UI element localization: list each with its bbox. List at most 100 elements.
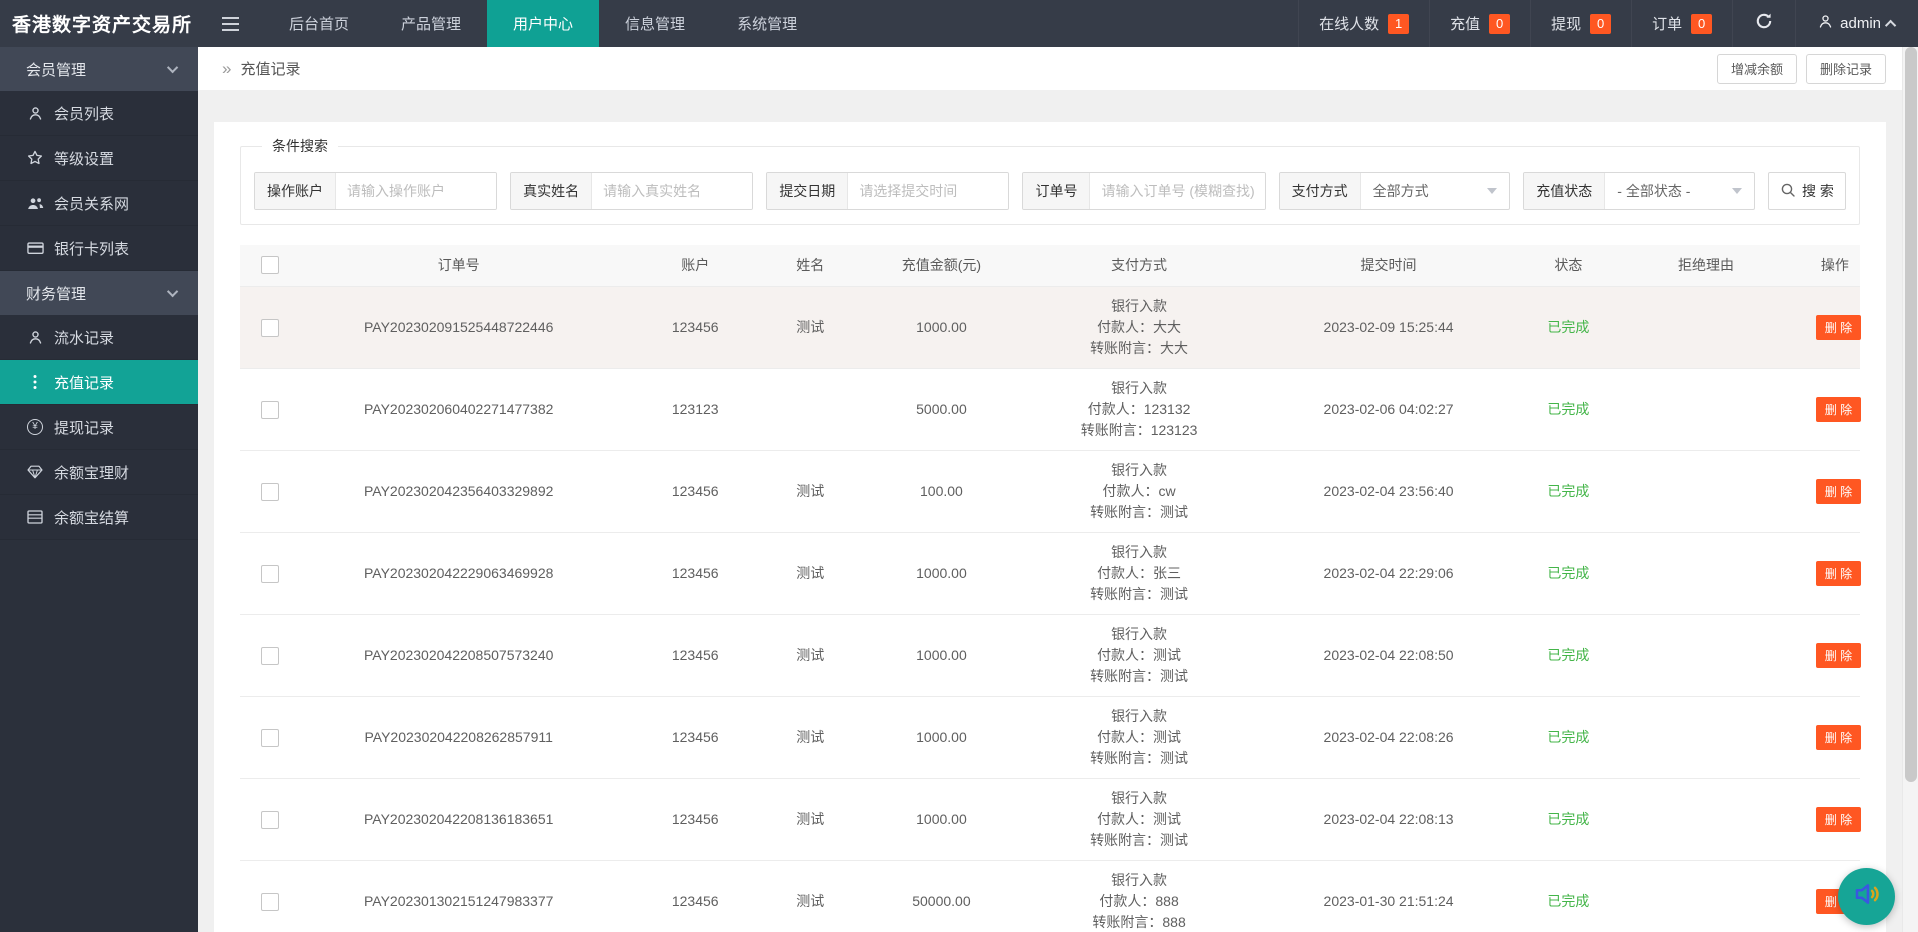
name-cell: 测试 [773,450,848,532]
reject-reason-cell [1602,286,1809,368]
filter-label: 真实姓名 [511,173,592,209]
delete-button[interactable]: 删 除 [1816,643,1861,668]
amount-cell: 50000.00 [847,860,1035,932]
search-button[interactable]: 搜 索 [1768,172,1846,210]
table-row: PAY202302042229063469928123456测试1000.00银… [240,532,1860,614]
page-title: 充值记录 [240,58,300,79]
page-action-button[interactable]: 删除记录 [1806,54,1886,84]
top-nav: 后台首页产品管理用户中心信息管理系统管理 [263,0,823,47]
stat-count-badge: 0 [1590,14,1611,34]
top-nav-item[interactable]: 系统管理 [711,0,823,47]
sidebar-group[interactable]: 财务管理 [0,271,198,315]
refresh-button[interactable] [1732,0,1795,47]
pay-method-cell: 银行入款付款人：123132转账附言：123123 [1035,368,1242,450]
row-checkbox[interactable] [261,401,279,419]
select-all-checkbox[interactable] [261,256,279,274]
amount-cell: 1000.00 [847,532,1035,614]
filter-input[interactable] [336,173,496,209]
page-action-button[interactable]: 增减余额 [1717,54,1797,84]
top-nav-item[interactable]: 产品管理 [375,0,487,47]
app-title: 香港数字资产交易所 [0,0,198,47]
table-row: PAY202302042356403329892123456测试100.00银行… [240,450,1860,532]
sidebar-item[interactable]: 会员关系网 [0,181,198,226]
row-checkbox[interactable] [261,565,279,583]
sidebar-item[interactable]: 充值记录 [0,360,198,405]
sidebar-group[interactable]: 会员管理 [0,47,198,91]
records-table: 订单号账户姓名充值金额(元)支付方式提交时间状态拒绝理由操作 PAY202302… [240,245,1860,932]
sound-toggle-button[interactable] [1838,868,1895,925]
search-filter: 充值状态- 全部状态 - [1523,172,1755,210]
gem-icon [26,465,44,479]
delete-button[interactable]: 删 除 [1816,807,1861,832]
topbar-stat[interactable]: 充值0 [1429,0,1530,47]
delete-button[interactable]: 删 除 [1816,397,1861,422]
sidebar-item[interactable]: 会员列表 [0,91,198,136]
delete-button[interactable]: 删 除 [1816,315,1861,340]
amount-cell: 5000.00 [847,368,1035,450]
top-nav-item[interactable]: 信息管理 [599,0,711,47]
memo-line: 转账附言：测试 [1041,584,1236,605]
status-badge: 已完成 [1547,811,1589,827]
row-checkbox[interactable] [261,811,279,829]
top-nav-item[interactable]: 用户中心 [487,0,599,47]
status-cell: 已完成 [1534,368,1602,450]
time-cell: 2023-02-04 22:08:26 [1243,696,1535,778]
sidebar-item-label: 会员关系网 [54,193,129,214]
time-cell: 2023-02-04 22:29:06 [1243,532,1535,614]
amount-cell: 100.00 [847,450,1035,532]
speaker-icon [1851,878,1883,915]
row-checkbox[interactable] [261,483,279,501]
filter-select[interactable]: 全部方式 [1361,173,1510,209]
memo-line: 转账附言：测试 [1041,502,1236,523]
status-badge: 已完成 [1547,401,1589,417]
chevron-down-icon [167,286,178,297]
sidebar-item-label: 等级设置 [54,148,114,169]
status-badge: 已完成 [1547,893,1589,909]
sidebar-item-label: 充值记录 [54,372,114,393]
sidebar-item[interactable]: 等级设置 [0,136,198,181]
yen-circle-icon: ¥ [26,419,44,435]
pay-type-line: 银行入款 [1041,542,1236,563]
page-scrollbar[interactable] [1902,47,1918,932]
sidebar-item[interactable]: 银行卡列表 [0,226,198,271]
memo-line: 转账附言：测试 [1041,666,1236,687]
topbar-stat[interactable]: 在线人数1 [1298,0,1429,47]
amount-cell: 1000.00 [847,614,1035,696]
filter-label: 充值状态 [1524,173,1605,209]
search-filter: 操作账户 [254,172,497,210]
row-checkbox[interactable] [261,729,279,747]
sidebar-item[interactable]: 余额宝结算 [0,495,198,540]
filter-select[interactable]: - 全部状态 - [1605,173,1754,209]
sidebar-item[interactable]: 余额宝理财 [0,450,198,495]
filter-input[interactable] [592,173,752,209]
account-cell: 123456 [617,696,773,778]
account-cell: 123456 [617,614,773,696]
user-menu[interactable]: admin [1795,0,1918,47]
pay-method-cell: 银行入款付款人：张三转账附言：测试 [1035,532,1242,614]
table-row: PAY2023020604022714773821231235000.00银行入… [240,368,1860,450]
row-checkbox[interactable] [261,893,279,911]
topbar-stats: 在线人数1充值0提现0订单0 [1298,0,1732,47]
topbar-stat[interactable]: 订单0 [1631,0,1732,47]
account-cell: 123456 [617,860,773,932]
payer-line: 付款人：cw [1041,481,1236,502]
delete-button[interactable]: 删 除 [1816,561,1861,586]
row-checkbox[interactable] [261,319,279,337]
scrollbar-thumb[interactable] [1905,47,1917,782]
filter-input[interactable] [1090,173,1264,209]
amount-cell: 1000.00 [847,286,1035,368]
top-nav-item[interactable]: 后台首页 [263,0,375,47]
sidebar-item[interactable]: 流水记录 [0,315,198,360]
topbar-stat[interactable]: 提现0 [1530,0,1631,47]
search-legend: 条件搜索 [262,136,338,156]
row-checkbox[interactable] [261,647,279,665]
filter-input[interactable] [848,173,1008,209]
status-badge: 已完成 [1547,729,1589,745]
delete-button[interactable]: 删 除 [1816,725,1861,750]
user-icon [26,106,44,121]
sidebar-item[interactable]: ¥提现记录 [0,405,198,450]
action-cell: 删 除 [1810,614,1860,696]
reject-reason-cell [1602,696,1809,778]
delete-button[interactable]: 删 除 [1816,479,1861,504]
menu-toggle-icon[interactable] [198,0,263,47]
